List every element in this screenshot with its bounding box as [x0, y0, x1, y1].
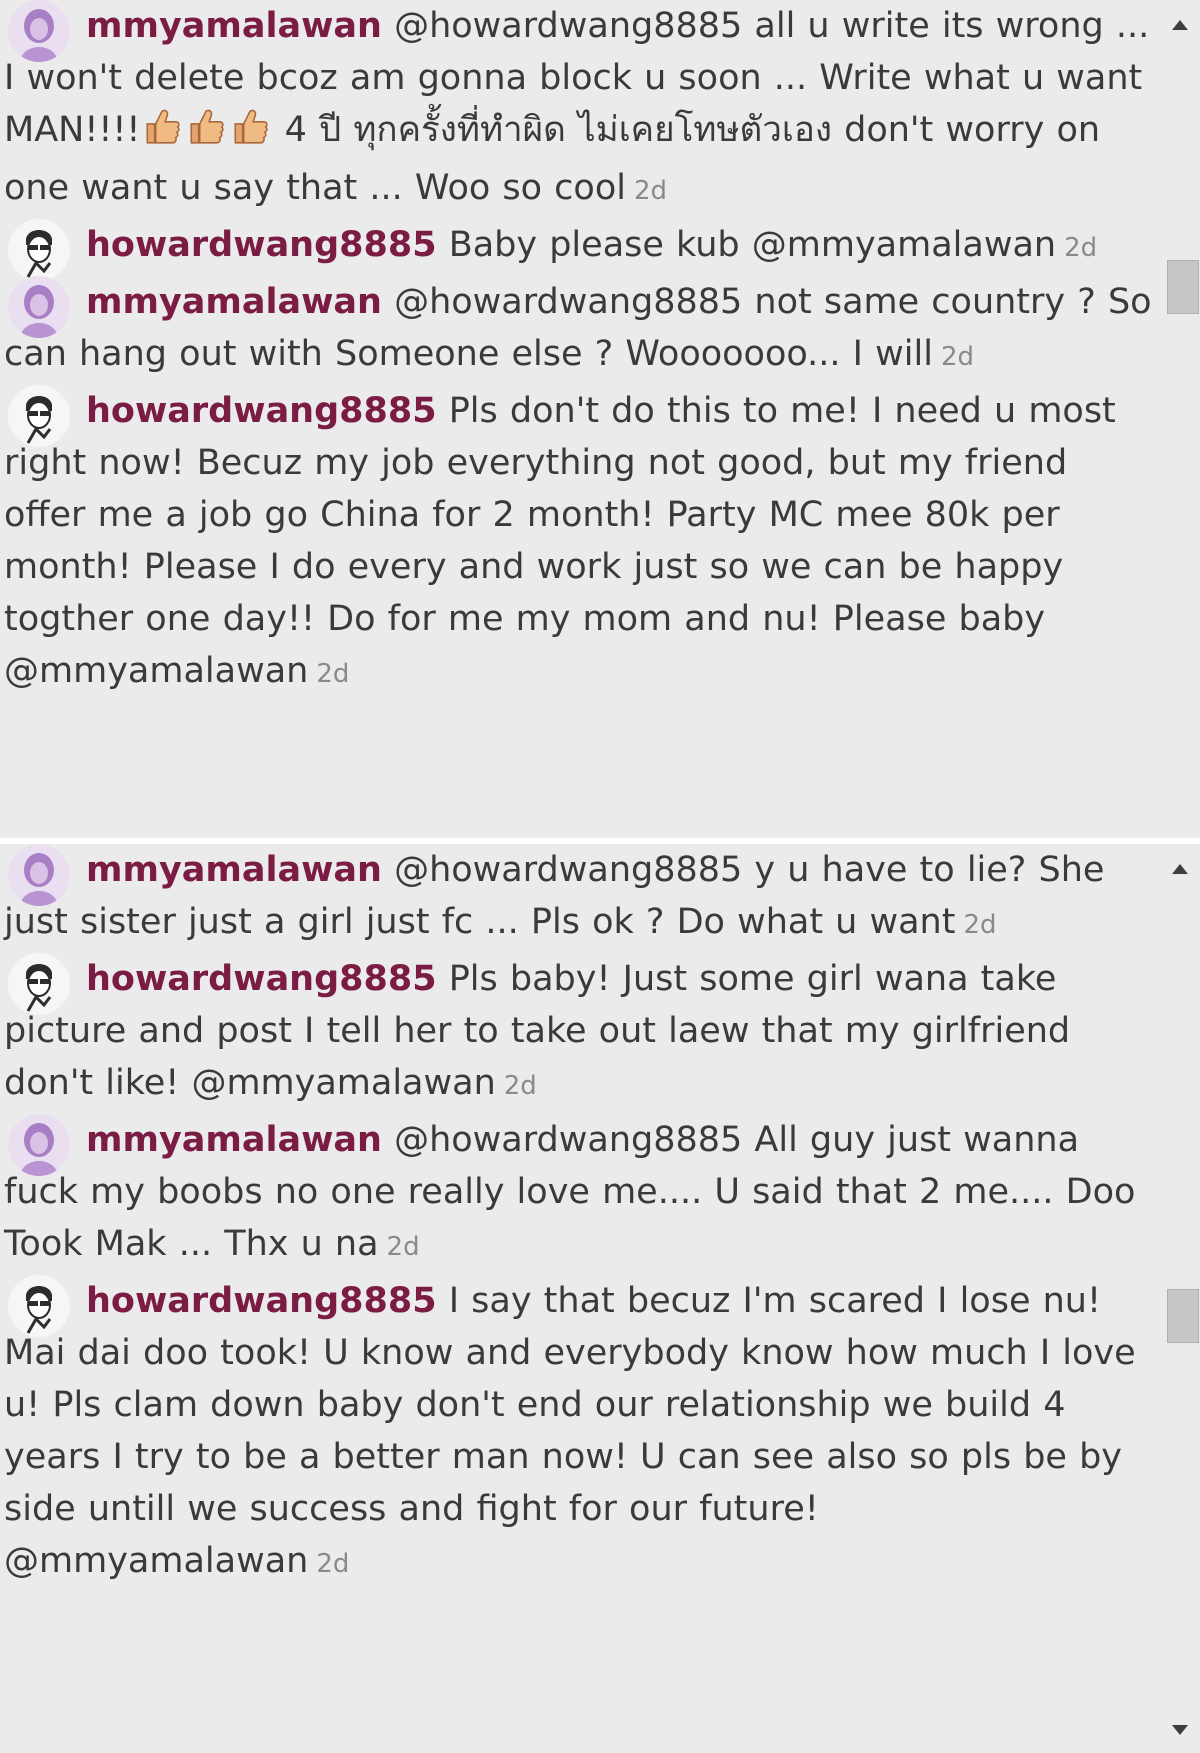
comments-panel-bottom: mmyamalawan @howardwang8885 y u have to … [0, 844, 1200, 1753]
comment-item: howardwang8885 Baby please kub @mmyamala… [0, 219, 1160, 281]
comment-item: howardwang8885 Pls baby! Just some girl … [0, 953, 1160, 1112]
thumbs-up-icon [146, 109, 181, 144]
comment-timestamp: 2d [940, 342, 974, 372]
user-avatar-icon[interactable] [8, 1275, 70, 1337]
comment-timestamp: 2d [503, 1071, 537, 1101]
comment-item: howardwang8885 I say that becuz I'm scar… [0, 1275, 1160, 1590]
comment-username[interactable]: howardwang8885 [86, 959, 437, 999]
comment-text: howardwang8885 Pls baby! Just some girl … [0, 953, 1160, 1112]
scrollbar[interactable] [1162, 0, 1200, 838]
arrow-up-icon[interactable] [1172, 864, 1188, 874]
comment-timestamp: 2d [633, 176, 668, 206]
user-avatar-icon[interactable] [8, 1114, 70, 1176]
comment-text: mmyamalawan @howardwang8885 not same cou… [0, 276, 1160, 383]
comment-timestamp: 2d [316, 1549, 350, 1579]
user-avatar-icon[interactable] [8, 844, 70, 906]
user-avatar-icon[interactable] [8, 385, 70, 447]
comment-username[interactable]: mmyamalawan [86, 282, 382, 322]
comment-body: I say that becuz I'm scared I lose nu! M… [4, 1281, 1136, 1581]
user-avatar-icon[interactable] [8, 276, 70, 338]
comment-timestamp: 2d [386, 1232, 420, 1262]
thumbs-up-emoji-group [140, 105, 272, 162]
comment-username[interactable]: howardwang8885 [86, 1281, 437, 1321]
comment-item: mmyamalawan @howardwang8885 All guy just… [0, 1114, 1160, 1273]
user-avatar-icon[interactable] [8, 0, 70, 62]
comment-username[interactable]: mmyamalawan [86, 850, 382, 890]
comment-text: howardwang8885 Baby please kub @mmyamala… [0, 219, 1160, 274]
comment-username[interactable]: mmyamalawan [86, 1120, 382, 1160]
comment-username[interactable]: howardwang8885 [86, 391, 437, 431]
comments-panel-top: mmyamalawan @howardwang8885 all u write … [0, 0, 1200, 838]
comment-timestamp: 2d [1064, 233, 1098, 263]
comment-text: mmyamalawan @howardwang8885 all u write … [0, 0, 1160, 217]
comment-username[interactable]: howardwang8885 [86, 225, 437, 265]
scrollbar-thumb[interactable] [1167, 260, 1199, 314]
user-avatar-icon[interactable] [8, 219, 70, 281]
comment-timestamp: 2d [963, 910, 997, 940]
comment-text: howardwang8885 I say that becuz I'm scar… [0, 1275, 1160, 1590]
comment-list: mmyamalawan @howardwang8885 all u write … [0, 0, 1160, 702]
thumbs-up-icon [190, 109, 225, 144]
comment-timestamp: 2d [316, 659, 350, 689]
arrow-up-icon[interactable] [1172, 20, 1188, 30]
comment-item: mmyamalawan @howardwang8885 not same cou… [0, 276, 1160, 383]
scrollbar[interactable] [1162, 844, 1200, 1753]
comment-item: mmyamalawan @howardwang8885 all u write … [0, 0, 1160, 217]
comment-text: mmyamalawan @howardwang8885 All guy just… [0, 1114, 1160, 1273]
scrollbar-thumb[interactable] [1167, 1289, 1199, 1343]
comment-item: mmyamalawan @howardwang8885 y u have to … [0, 844, 1160, 951]
comment-username[interactable]: mmyamalawan [86, 6, 382, 46]
user-avatar-icon[interactable] [8, 953, 70, 1015]
thumbs-up-icon [234, 109, 269, 144]
comment-text: howardwang8885 Pls don't do this to me! … [0, 385, 1160, 700]
comment-body: Baby please kub @mmyamalawan [436, 225, 1057, 265]
comment-list: mmyamalawan @howardwang8885 y u have to … [0, 844, 1160, 1592]
comment-text: mmyamalawan @howardwang8885 y u have to … [0, 844, 1160, 951]
comment-body: Pls don't do this to me! I need u most r… [4, 391, 1116, 691]
arrow-down-icon[interactable] [1172, 1725, 1188, 1735]
comment-item: howardwang8885 Pls don't do this to me! … [0, 385, 1160, 700]
